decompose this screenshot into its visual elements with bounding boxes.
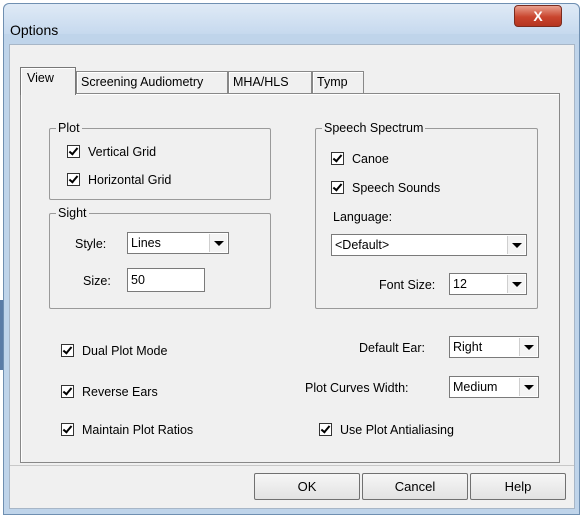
style-select[interactable]: Lines xyxy=(127,232,229,254)
size-value: 50 xyxy=(131,273,145,287)
plot-group-legend: Plot xyxy=(58,121,80,135)
plot-group: Plot xyxy=(49,122,271,200)
dialog-client: View Screening Audiometry MHA/HLS Tymp P… xyxy=(9,44,575,509)
style-label: Style: xyxy=(75,237,107,251)
tab-mha-hls[interactable]: MHA/HLS xyxy=(228,71,312,93)
chevron-down-icon[interactable] xyxy=(507,275,525,293)
checkbox-box xyxy=(331,152,344,165)
size-input[interactable]: 50 xyxy=(127,268,205,292)
chevron-down-icon[interactable] xyxy=(519,338,537,356)
speech-spectrum-legend: Speech Spectrum xyxy=(324,121,424,135)
chevron-down-icon[interactable] xyxy=(209,234,227,252)
window-title: Options xyxy=(10,22,59,38)
vertical-grid-label: Vertical Grid xyxy=(88,145,157,159)
close-icon: X xyxy=(533,8,543,24)
sight-group: Sight xyxy=(49,207,271,309)
speech-sounds-checkbox[interactable]: Speech Sounds xyxy=(331,180,440,196)
style-value: Lines xyxy=(131,236,161,250)
speech-sounds-label: Speech Sounds xyxy=(352,181,441,195)
background-window-edge xyxy=(0,300,3,370)
default-ear-label: Default Ear: xyxy=(359,341,426,355)
language-value: <Default> xyxy=(335,238,390,252)
checkbox-box xyxy=(67,145,80,158)
tab-screening-audiometry[interactable]: Screening Audiometry xyxy=(76,71,228,93)
reverse-ears-label: Reverse Ears xyxy=(82,385,158,399)
font-size-value: 12 xyxy=(453,277,467,291)
vertical-grid-checkbox[interactable]: Vertical Grid xyxy=(67,144,156,160)
horizontal-grid-label: Horizontal Grid xyxy=(88,173,172,187)
help-button[interactable]: Help xyxy=(470,473,566,500)
tab-view[interactable]: View xyxy=(20,67,76,95)
maintain-plot-ratios-checkbox[interactable]: Maintain Plot Ratios xyxy=(61,422,193,438)
maintain-plot-ratios-label: Maintain Plot Ratios xyxy=(82,423,194,437)
ok-button[interactable]: OK xyxy=(254,473,360,500)
default-ear-value: Right xyxy=(453,340,483,354)
canoe-checkbox[interactable]: Canoe xyxy=(331,151,389,167)
font-size-select[interactable]: 12 xyxy=(449,273,527,295)
dual-plot-mode-label: Dual Plot Mode xyxy=(82,344,168,358)
checkbox-box xyxy=(319,423,332,436)
tab-tymp[interactable]: Tymp xyxy=(312,71,364,93)
plot-curves-width-label: Plot Curves Width: xyxy=(305,381,409,395)
use-plot-antialiasing-checkbox[interactable]: Use Plot Antialiasing xyxy=(319,422,454,438)
view-tab-panel: Plot Vertical Grid Horizontal Grid Sight… xyxy=(20,93,560,463)
checkbox-box xyxy=(61,344,74,357)
language-select[interactable]: <Default> xyxy=(331,234,527,256)
canoe-label: Canoe xyxy=(352,152,389,166)
checkbox-box xyxy=(331,181,344,194)
options-dialog: Options X View Screening Audiometry MHA/… xyxy=(3,3,580,515)
reverse-ears-checkbox[interactable]: Reverse Ears xyxy=(61,384,158,400)
chevron-down-icon[interactable] xyxy=(507,236,525,254)
cancel-button[interactable]: Cancel xyxy=(362,473,468,500)
chevron-down-icon[interactable] xyxy=(519,378,537,396)
title-bar: Options X xyxy=(4,4,579,38)
close-button[interactable]: X xyxy=(514,5,562,27)
font-size-label: Font Size: xyxy=(379,278,436,292)
sight-group-legend: Sight xyxy=(58,206,87,220)
button-bar-divider xyxy=(10,465,574,466)
size-label: Size: xyxy=(83,274,111,288)
language-label: Language: xyxy=(333,210,393,224)
plot-curves-width-value: Medium xyxy=(453,380,498,394)
horizontal-grid-checkbox[interactable]: Horizontal Grid xyxy=(67,172,171,188)
plot-curves-width-select[interactable]: Medium xyxy=(449,376,539,398)
checkbox-box xyxy=(67,173,80,186)
default-ear-select[interactable]: Right xyxy=(449,336,539,358)
dual-plot-mode-checkbox[interactable]: Dual Plot Mode xyxy=(61,343,167,359)
use-plot-antialiasing-label: Use Plot Antialiasing xyxy=(340,423,454,437)
checkbox-box xyxy=(61,385,74,398)
checkbox-box xyxy=(61,423,74,436)
